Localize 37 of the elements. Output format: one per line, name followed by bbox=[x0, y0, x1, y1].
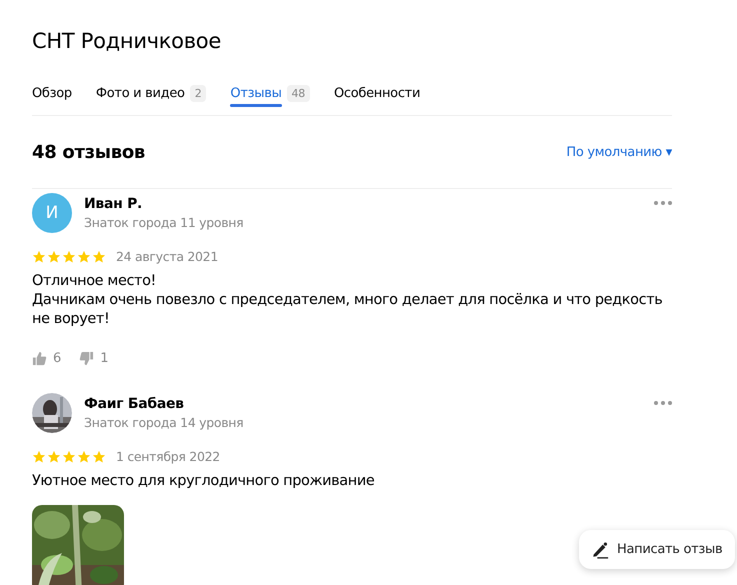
count-badge: 48 bbox=[286, 85, 310, 102]
pen-icon bbox=[591, 540, 609, 558]
tab[interactable]: Отзывы 48 bbox=[230, 72, 310, 115]
like-count: 6 bbox=[53, 350, 62, 366]
review-text: Уютное место для круглодичного проживание bbox=[32, 472, 376, 491]
author-name[interactable]: Фаиг Бабаев bbox=[84, 396, 642, 412]
star-icon bbox=[47, 450, 61, 464]
star-icon bbox=[62, 450, 76, 464]
star-icon bbox=[32, 450, 46, 464]
star-icon bbox=[62, 250, 76, 264]
thumbs-up-icon[interactable] bbox=[32, 350, 47, 366]
place-title: СНТ Родничковое bbox=[32, 28, 222, 55]
star-icon bbox=[77, 450, 91, 464]
more-icon[interactable] bbox=[654, 401, 672, 405]
tab[interactable]: Фото и видео 2 bbox=[96, 72, 206, 115]
reviews-heading: 48 отзывов bbox=[32, 142, 145, 162]
more-icon[interactable] bbox=[654, 201, 672, 205]
star-icon bbox=[47, 250, 61, 264]
review-text: Дачникам очень повезло с председателем, много делает для посёлка и что редкость не ворует! bbox=[32, 291, 664, 329]
tab[interactable]: Обзор bbox=[32, 72, 72, 115]
count-badge: 2 bbox=[190, 85, 206, 102]
star-icon bbox=[77, 250, 91, 264]
review-date: 24 августа 2021 bbox=[116, 249, 218, 264]
dislike-count: 1 bbox=[100, 350, 109, 366]
tab[interactable]: Особенности bbox=[334, 72, 420, 115]
star-icon bbox=[92, 250, 106, 264]
write-review-button[interactable]: Написать отзыв bbox=[579, 530, 735, 569]
thumbs-down-icon[interactable] bbox=[79, 350, 94, 366]
author-level: Знаток города 14 уровня bbox=[84, 415, 244, 430]
review-text: Отличное место! bbox=[32, 272, 157, 291]
star-icon bbox=[92, 450, 106, 464]
sort-dropdown[interactable]: По умолчанию ▾ bbox=[566, 144, 672, 160]
star-icon bbox=[32, 250, 46, 264]
avatar: И bbox=[32, 193, 72, 233]
author-level: Знаток города 11 уровня bbox=[84, 215, 244, 230]
author-name[interactable]: Иван Р. bbox=[84, 196, 642, 212]
review-date: 1 сентября 2022 bbox=[116, 449, 220, 464]
